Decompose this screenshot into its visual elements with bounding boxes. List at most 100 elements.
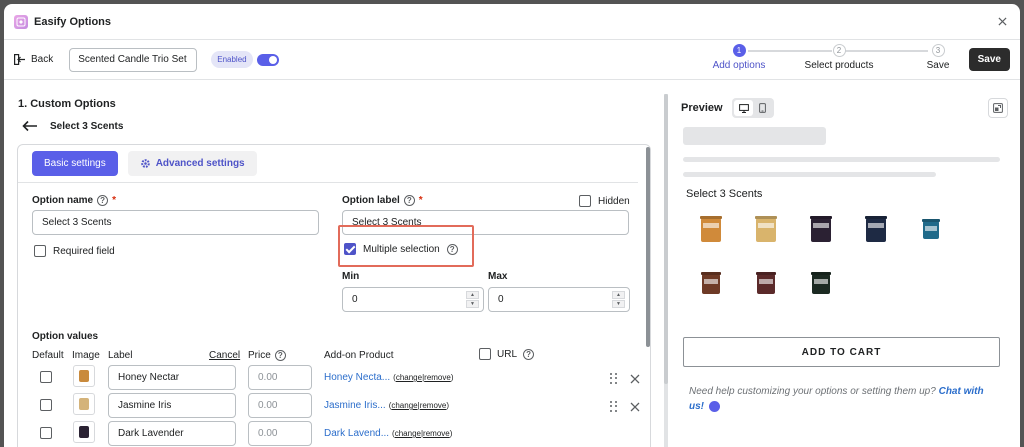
option-name-label: Option name ? * xyxy=(32,195,116,206)
max-value: 0 xyxy=(498,294,504,305)
value-label-input[interactable]: Honey Nectar xyxy=(108,365,236,390)
close-icon[interactable] xyxy=(994,14,1010,30)
help-icon[interactable]: ? xyxy=(446,243,458,255)
skeleton-line xyxy=(683,172,936,177)
help-icon[interactable]: ? xyxy=(97,195,109,206)
toolbar: Back Scented Candle Trio Set Enabled 1 A… xyxy=(4,40,1020,80)
value-image[interactable] xyxy=(73,393,95,415)
preview-swatch[interactable] xyxy=(746,264,786,304)
change-link[interactable]: change xyxy=(395,429,421,438)
url-checkbox[interactable] xyxy=(479,348,491,360)
max-stepper[interactable]: ▲ ▼ xyxy=(612,291,625,308)
section-title: 1. Custom Options xyxy=(18,98,116,110)
value-label-input[interactable]: Dark Lavender xyxy=(108,421,236,446)
option-name-text: Option name xyxy=(32,195,94,206)
help-icon[interactable]: ? xyxy=(274,350,286,361)
url-checkbox-row[interactable]: URL ? xyxy=(479,348,535,360)
default-checkbox[interactable] xyxy=(40,427,52,439)
app-logo-icon xyxy=(14,14,28,29)
tab-advanced-settings[interactable]: Advanced settings xyxy=(127,151,257,176)
addon-product-link[interactable]: Dark Lavend... xyxy=(324,428,389,439)
required-field-label: Required field xyxy=(53,245,115,257)
addon-product-link[interactable]: Jasmine Iris... xyxy=(324,400,386,411)
hidden-checkbox-row[interactable]: Hidden xyxy=(579,195,630,207)
step-select-products[interactable]: 2 Select products xyxy=(799,44,879,71)
option-name-input[interactable]: Select 3 Scents xyxy=(32,210,319,235)
enabled-toggle[interactable] xyxy=(256,53,279,66)
desktop-icon[interactable] xyxy=(734,100,753,116)
min-stepper[interactable]: ▲ ▼ xyxy=(466,291,479,308)
preview-swatch[interactable] xyxy=(911,210,951,250)
spin-down-icon[interactable]: ▼ xyxy=(612,300,625,308)
candle-image xyxy=(812,274,830,294)
pane-splitter-scrollbar[interactable] xyxy=(664,94,668,447)
preview-swatch[interactable] xyxy=(801,264,841,304)
default-checkbox[interactable] xyxy=(40,371,52,383)
hidden-checkbox[interactable] xyxy=(579,195,591,207)
options-editor: 1. Custom Options Select 3 Scents Basic … xyxy=(14,92,654,447)
drag-handle-icon[interactable] xyxy=(610,373,618,384)
col-default: Default xyxy=(32,350,64,361)
min-input[interactable]: 0 ▲ ▼ xyxy=(342,287,484,312)
addon-product: Dark Lavend... (change|remove) xyxy=(324,428,453,439)
delete-row-icon[interactable] xyxy=(630,402,640,412)
preview-swatch[interactable] xyxy=(691,264,731,304)
value-price-input[interactable]: 0.00 xyxy=(248,393,312,418)
change-link[interactable]: change xyxy=(391,401,417,410)
add-to-cart-button[interactable]: ADD TO CART xyxy=(683,337,1000,367)
value-price-input[interactable]: 0.00 xyxy=(248,421,312,446)
required-field-checkbox-row[interactable]: Required field xyxy=(34,245,115,257)
option-set-name-input[interactable]: Scented Candle Trio Set xyxy=(69,47,198,72)
value-label-input[interactable]: Jasmine Iris xyxy=(108,393,236,418)
change-link[interactable]: change xyxy=(396,373,422,382)
panel-scrollbar[interactable] xyxy=(646,147,650,347)
col-price-label: Price xyxy=(248,350,271,361)
drag-handle-icon[interactable] xyxy=(610,401,618,412)
preview-swatch[interactable] xyxy=(746,210,786,250)
save-button[interactable]: Save xyxy=(968,48,1010,71)
spin-down-icon[interactable]: ▼ xyxy=(466,300,479,308)
spin-up-icon[interactable]: ▲ xyxy=(466,291,479,299)
step-number: 2 xyxy=(832,44,846,57)
preview-swatch[interactable] xyxy=(856,210,896,250)
chat-bubble-icon[interactable] xyxy=(708,400,720,412)
step-label: Add options xyxy=(712,60,766,71)
skeleton-title xyxy=(683,127,826,145)
addon-product: Honey Necta... (change|remove) xyxy=(324,372,454,383)
step-save[interactable]: 3 Save xyxy=(898,44,978,71)
addon-product-link[interactable]: Honey Necta... xyxy=(324,372,390,383)
delete-row-icon[interactable] xyxy=(630,374,640,384)
min-label: Min xyxy=(342,271,360,282)
multiple-selection-checkbox-row[interactable]: Multiple selection ? xyxy=(344,243,458,255)
option-label-label: Option label ? * xyxy=(342,195,423,206)
back-arrow-icon[interactable] xyxy=(22,120,38,132)
help-icon[interactable]: ? xyxy=(523,348,535,360)
max-input[interactable]: 0 ▲ ▼ xyxy=(488,287,630,312)
value-image[interactable] xyxy=(73,365,95,387)
multiple-selection-checkbox[interactable] xyxy=(344,243,356,255)
mobile-icon[interactable] xyxy=(753,100,772,116)
spin-up-icon[interactable]: ▲ xyxy=(612,291,625,299)
remove-link[interactable]: remove xyxy=(423,429,450,438)
progress-stepper: 1 Add options 2 Select products 3 Save xyxy=(704,44,949,76)
col-addon-product: Add-on Product xyxy=(324,350,394,361)
max-label: Max xyxy=(488,271,508,282)
help-icon[interactable]: ? xyxy=(403,195,415,206)
candle-image xyxy=(866,218,886,242)
value-price-input[interactable]: 0.00 xyxy=(248,365,312,390)
value-image[interactable] xyxy=(73,421,95,443)
gear-icon xyxy=(140,159,150,168)
step-add-options[interactable]: 1 Add options xyxy=(699,44,779,71)
preview-swatch[interactable] xyxy=(801,210,841,250)
required-field-checkbox[interactable] xyxy=(34,245,46,257)
expand-preview-icon[interactable] xyxy=(988,98,1008,118)
back-button[interactable]: Back xyxy=(14,54,53,65)
default-checkbox[interactable] xyxy=(40,399,52,411)
cancel-link[interactable]: Cancel xyxy=(209,350,240,361)
remove-link[interactable]: remove xyxy=(424,373,451,382)
tab-basic-settings[interactable]: Basic settings xyxy=(32,151,118,176)
remove-link[interactable]: remove xyxy=(420,401,447,410)
candle-image xyxy=(756,218,776,242)
preview-swatch[interactable] xyxy=(691,210,731,250)
option-label-text: Option label xyxy=(342,195,400,206)
